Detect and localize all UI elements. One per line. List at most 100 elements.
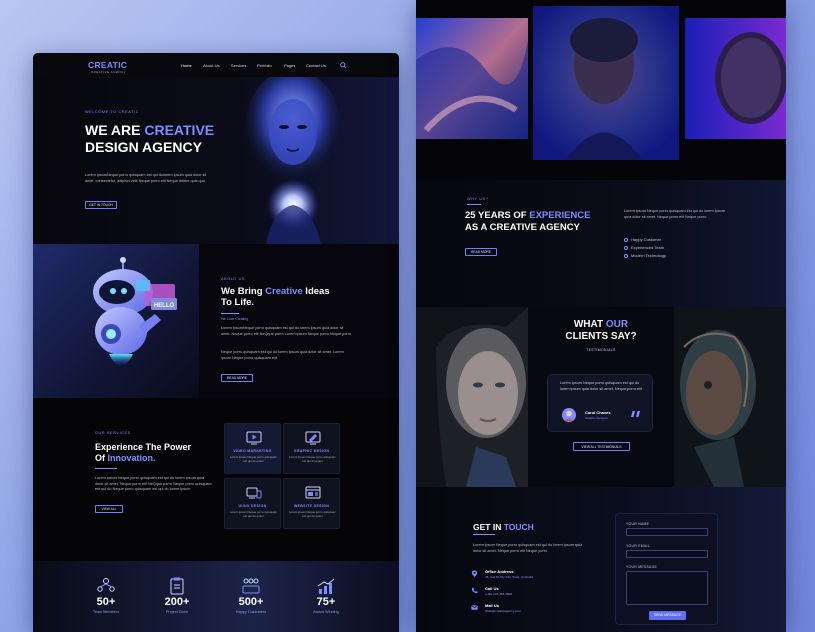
stat-value: 50+ <box>96 596 116 608</box>
nav-item-portfolio[interactable]: Portfolio <box>257 63 272 68</box>
avatar <box>562 408 576 422</box>
service-card-title: WEBSITE DESIGN <box>293 504 330 508</box>
title-divider <box>467 204 481 205</box>
robot-illustration: HELLO <box>93 257 177 366</box>
stat-label: Team Members <box>92 610 120 614</box>
get-in-touch-button[interactable]: GET IN TOUCH <box>85 201 117 209</box>
stat-value: 200+ <box>164 596 190 608</box>
testimonials-section: WHAT OUR CLIENTS SAY? TESTIMONIALS Lorem… <box>416 307 786 487</box>
service-card-video-marketing[interactable]: VIDEO MARKETING Lorem ipsum Neque porro … <box>224 423 281 474</box>
robot-hello-sign: HELLO <box>154 303 175 309</box>
services-section: OUR SERVICES Experience The Power Of Inn… <box>33 398 399 561</box>
testimonial-portrait-right <box>674 307 786 487</box>
hero-portrait-image <box>245 77 341 244</box>
service-card-description: Lorem ipsum Neque porro quisquam est qui… <box>289 510 336 518</box>
nav-item-services[interactable]: Services <box>231 63 246 68</box>
contact-section: GET IN TOUCH Lorem ipsum Neque porro qui… <box>416 487 786 632</box>
contact-item-text[interactable]: (+00) 123 456 7890 <box>485 592 512 596</box>
read-more-button[interactable]: READ MORE <box>221 374 253 382</box>
why-title: 25 YEARS OF EXPERIENCE AS A CREATIVE AGE… <box>465 210 591 233</box>
stat-value: 75+ <box>316 596 336 608</box>
services-title: Experience The Power Of Innovation. <box>95 442 192 463</box>
why-description: Lorem ipsum Neque porro quisquam est qui… <box>624 209 725 219</box>
hero-eyebrow: WELCOME TO CREATIC <box>85 110 140 114</box>
title-divider <box>221 313 239 314</box>
testimonial-author: Carol Chaves <box>585 410 611 415</box>
service-card-title: GRAPHIC DESIGN <box>293 449 330 453</box>
service-card-graphic-design[interactable]: GRAPHIC DESIGN Lorem ipsum Neque porro q… <box>283 423 340 474</box>
video-icon <box>246 431 262 445</box>
about-illustration-panel: HELLO <box>33 244 199 398</box>
about-section: HELLO ABOUT US We Bring Creative Ideas T… <box>33 244 399 398</box>
mail-icon <box>471 605 478 610</box>
hero-title: WE ARE CREATIVE DESIGN AGENCY <box>85 122 215 155</box>
portfolio-gallery <box>416 0 786 160</box>
why-eyebrow: WHY US? <box>467 197 489 201</box>
stat-label: Award Winning <box>313 610 339 614</box>
contact-item-title: Office Address: <box>485 569 515 574</box>
view-all-testimonials-button[interactable]: VIEW ALL TESTIMONIALS <box>573 442 630 451</box>
testimonial-author-role: Graphic Designer <box>585 416 609 420</box>
service-card-uiux-design[interactable]: UI/UX DESIGN Lorem ipsum Neque porro qui… <box>224 478 281 529</box>
name-input[interactable] <box>626 528 708 536</box>
view-all-services-button[interactable]: VIEW ALL <box>95 505 123 513</box>
contact-item-text[interactable]: Hello@creaticagency.com <box>485 609 521 613</box>
testimonial-quote: Lorem ipsum Neque porro quisquam est qui… <box>560 381 642 391</box>
hero-section: WELCOME TO CREATIC WE ARE CREATIVE DESIG… <box>33 77 399 244</box>
service-card-description: Lorem ipsum Neque porro quisquam est qui… <box>230 455 277 463</box>
clipboard-icon <box>170 577 184 595</box>
about-paragraph-1: Lorem ipsumNeque porro quisquam est qui … <box>221 326 352 336</box>
email-input[interactable] <box>626 550 708 558</box>
contact-item-title: Mail Us <box>485 603 500 608</box>
nav-item-contact[interactable]: Contact Us <box>306 63 326 68</box>
message-field-label: YOUR MESSAGE <box>626 565 658 569</box>
service-card-title: UI/UX DESIGN <box>238 504 267 508</box>
why-read-more-button[interactable]: READ MORE <box>465 248 497 256</box>
message-textarea[interactable] <box>626 571 708 605</box>
location-pin-icon <box>471 570 478 577</box>
search-icon[interactable] <box>340 62 347 69</box>
gallery-image-abstract-face[interactable] <box>685 18 786 139</box>
stat-value: 500+ <box>238 596 264 608</box>
why-us-section: WHY US? 25 YEARS OF EXPERIENCE AS A CREA… <box>416 180 786 307</box>
testimonials-eyebrow: TESTIMONIALS <box>586 348 616 352</box>
email-field-label: YOUR EMAIL <box>626 544 650 548</box>
services-eyebrow: OUR SERVICES <box>95 431 131 435</box>
contact-item-text: 45, Gol St, My City, State, Australia <box>485 575 534 579</box>
why-list-item: Happy Customer <box>624 237 661 242</box>
browser-icon <box>305 486 321 499</box>
homepage-mockup-left: CREATIC CREATIVE AGENCY Home About Us Se… <box>33 53 399 632</box>
about-paragraph-2: Neque porro quisquam est qui do lorem ip… <box>221 350 344 360</box>
gallery-image-abstract[interactable] <box>416 18 528 139</box>
service-card-website-design[interactable]: WEBSITE DESIGN Lorem ipsum Neque porro q… <box>283 478 340 529</box>
testimonial-card: Lorem ipsum Neque porro quisquam est qui… <box>547 374 653 432</box>
growth-chart-icon <box>317 578 335 594</box>
service-card-title: VIDEO MARKETING <box>233 449 272 453</box>
why-list-item: Experienced Team <box>624 245 664 250</box>
testimonial-portrait-left <box>416 307 528 487</box>
testimonials-title: WHAT OUR CLIENTS SAY? <box>565 319 637 342</box>
hero-description: Lorem ipsumNeque porro quisquam est qui … <box>85 173 207 183</box>
team-icon <box>97 578 115 592</box>
title-divider <box>95 468 117 469</box>
contact-description: Lorem ipsum Neque porro quisquam est qui… <box>473 543 583 553</box>
gallery-image-portrait[interactable] <box>533 6 679 160</box>
top-navbar: CREATIC CREATIVE AGENCY Home About Us Se… <box>33 53 399 77</box>
logo[interactable]: CREATIC <box>88 60 127 70</box>
contact-item-title: Call Us <box>485 586 499 591</box>
quote-icon <box>631 411 640 417</box>
about-sublabel: We Love Creating <box>221 317 249 321</box>
contact-title: GET IN TOUCH <box>473 522 534 532</box>
nav-item-about[interactable]: About Us <box>203 63 219 68</box>
title-divider <box>473 534 495 535</box>
service-card-description: Lorem ipsum Neque porro quisquam est qui… <box>230 510 277 518</box>
logo-tagline: CREATIVE AGENCY <box>91 70 127 74</box>
nav-item-pages[interactable]: Pages <box>284 63 295 68</box>
stat-label: Project Done <box>166 610 188 614</box>
nav-item-home[interactable]: Home <box>181 63 192 68</box>
devices-icon <box>246 487 262 499</box>
send-message-button[interactable]: SEND MESSAGE <box>649 611 686 620</box>
services-description: Lorem ipsum Neque porro quisquam est qui… <box>95 476 212 492</box>
why-list-item: Modern Technology <box>624 253 666 258</box>
stat-label: Happy Customers <box>235 610 267 614</box>
